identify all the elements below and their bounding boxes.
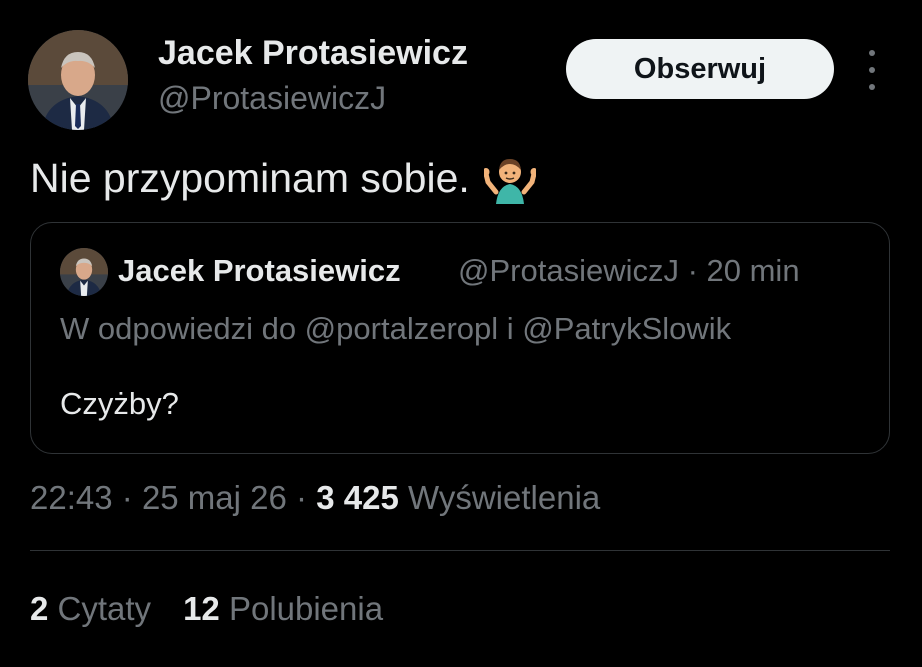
likes-count: 12 (183, 590, 220, 627)
quoted-author-name: Jacek Protasiewicz (118, 253, 401, 288)
author-name[interactable]: Jacek Protasiewicz (158, 34, 468, 73)
tweet-date[interactable]: 25 maj 26 (142, 479, 287, 516)
likes-stat[interactable]: 12 Polubienia (183, 590, 383, 628)
tweet-text: Nie przypominam sobie. (30, 154, 470, 201)
quoted-avatar (60, 248, 108, 296)
author-handle[interactable]: @ProtasiewiczJ (158, 80, 386, 117)
quoted-handle-time: @ProtasiewiczJ · 20 min (458, 253, 800, 288)
quotes-stat[interactable]: 2 Cytaty (30, 590, 151, 628)
quoted-text: Czyżby? (60, 386, 179, 421)
likes-label: Polubienia (228, 590, 384, 627)
quotes-label: Cytaty (57, 590, 152, 627)
views-label: Wyświetlenia (407, 479, 601, 516)
profile-photo-icon (60, 248, 108, 296)
meta-separator: · (121, 479, 142, 516)
tweet-meta: 22:43 · 25 maj 26 · 3 425 Wyświetlenia (30, 479, 600, 517)
follow-button[interactable]: Obserwuj (566, 39, 834, 99)
divider (30, 550, 890, 551)
tweet-time[interactable]: 22:43 (30, 479, 113, 516)
meta-separator: · (296, 479, 317, 516)
views-count: 3 425 (316, 479, 399, 516)
tweet-text-row: Nie przypominam sobie. (30, 152, 536, 204)
quotes-count: 2 (30, 590, 49, 627)
more-vertical-icon[interactable] (862, 50, 882, 90)
avatar[interactable] (28, 30, 128, 130)
profile-photo-icon (28, 30, 128, 130)
engagement-stats: 2 Cytaty 12 Polubienia (30, 590, 383, 628)
person-shrugging-emoji-icon (483, 159, 536, 204)
quoted-reply-to: W odpowiedzi do @portalzeropl i @PatrykS… (60, 311, 732, 346)
